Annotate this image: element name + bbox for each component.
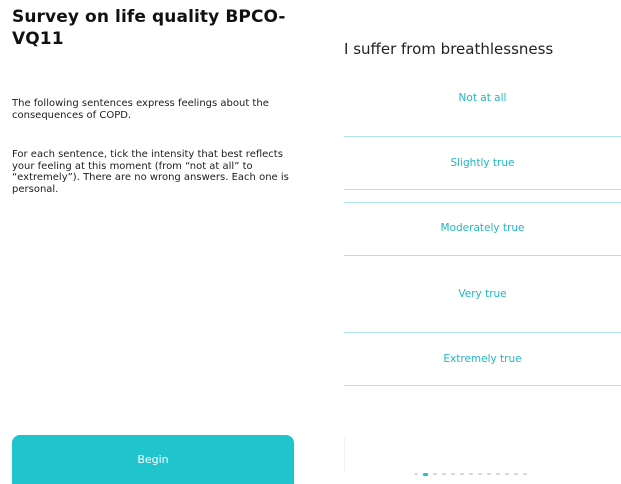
page-dot [523,473,527,475]
app-screen: Survey on life quality BPCO-VQ11 The fol… [0,0,621,484]
option-divider [344,202,621,203]
intro-text: The following sentences express feelings… [12,98,269,121]
instructions-text: For each sentence, tick the intensity th… [12,149,289,195]
option-slightly-true[interactable]: Slightly true [344,157,621,169]
page-dot [433,473,437,475]
option-label: Moderately true [440,222,525,234]
panel-edge [344,437,345,473]
option-label: Not at all [458,92,507,104]
option-divider [344,136,621,137]
option-very-true[interactable]: Very true [344,288,621,300]
option-divider [344,332,621,333]
question-text: I suffer from breathlessness [344,40,554,58]
option-divider [344,385,621,386]
page-dot [496,473,500,475]
survey-intro-panel: Survey on life quality BPCO-VQ11 The fol… [0,0,306,484]
question-panel: I suffer from breathlessness Not at all … [344,0,621,484]
option-label: Extremely true [443,353,522,365]
page-dot [442,473,446,475]
option-moderately-true[interactable]: Moderately true [344,222,621,234]
option-label: Slightly true [450,157,515,169]
page-dot [451,473,455,475]
option-divider [344,255,621,256]
option-not-at-all[interactable]: Not at all [344,92,621,104]
page-indicator [414,471,527,477]
page-dot [487,473,491,475]
page-dot [505,473,509,475]
page-dot [460,473,464,475]
page-dot [514,473,518,475]
option-extremely-true[interactable]: Extremely true [344,353,621,365]
begin-button[interactable]: Begin [12,435,294,484]
page-dot [414,473,418,475]
survey-title: Survey on life quality BPCO-VQ11 [12,7,286,49]
option-label: Very true [458,288,507,300]
begin-button-label: Begin [137,453,169,466]
page-dot [469,473,473,475]
page-dot [478,473,482,475]
page-dot-active [423,472,428,476]
option-divider [344,189,621,190]
